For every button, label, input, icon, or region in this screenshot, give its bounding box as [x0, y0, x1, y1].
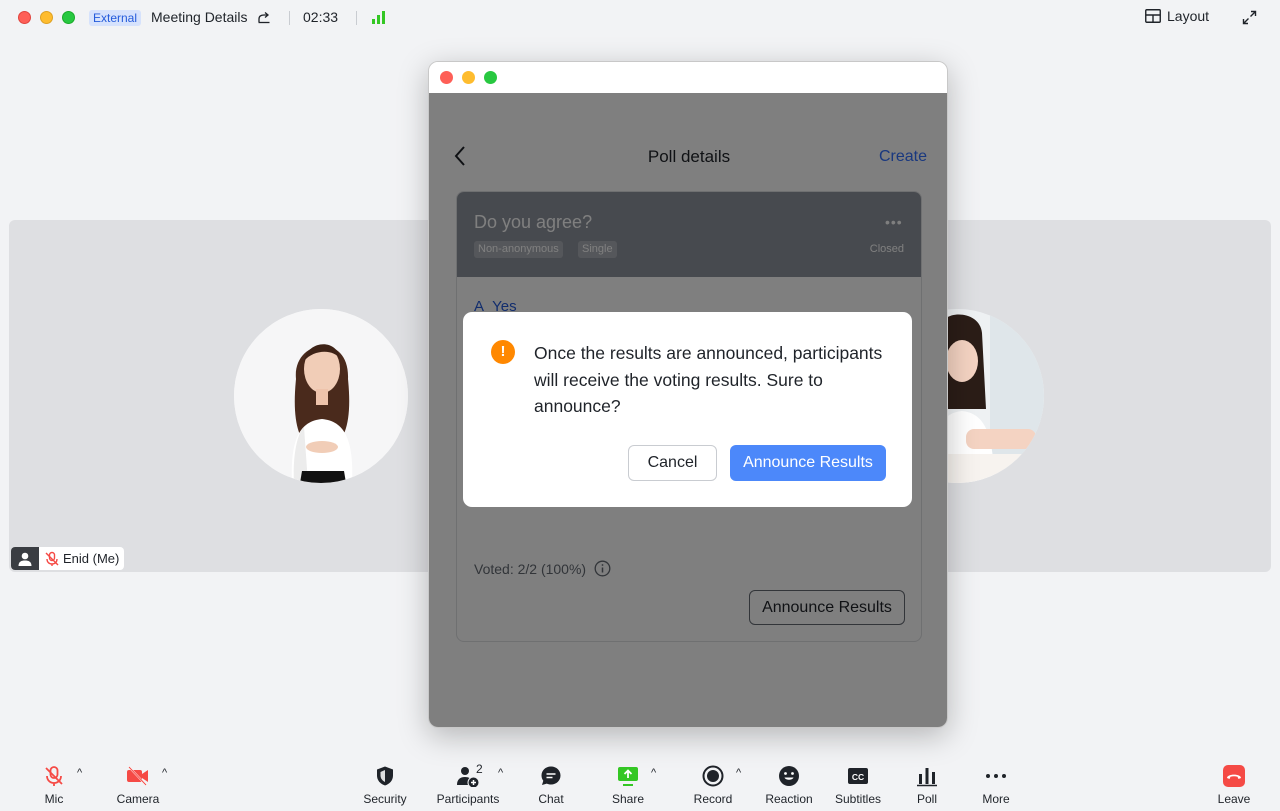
- person-icon: [18, 552, 32, 566]
- announce-confirm-dialog: ! Once the results are announced, partic…: [463, 312, 912, 507]
- bar-chart-icon: [917, 768, 937, 787]
- reaction-label: Reaction: [765, 792, 813, 806]
- fullscreen-icon[interactable]: [1242, 10, 1257, 25]
- signal-strength-icon[interactable]: [371, 11, 387, 24]
- zoom-window-button[interactable]: [484, 71, 497, 84]
- divider: [356, 11, 357, 25]
- warning-icon: !: [491, 340, 515, 364]
- smiley-icon: [779, 766, 799, 786]
- leave-label: Leave: [1217, 792, 1251, 806]
- record-options-chevron-icon[interactable]: ^: [736, 767, 741, 779]
- record-icon: [702, 765, 724, 787]
- hang-up-icon: [1223, 765, 1245, 787]
- poll-window-titlebar: [429, 62, 947, 93]
- chat-label: Chat: [538, 792, 564, 806]
- poll-button[interactable]: Poll: [892, 765, 962, 806]
- svg-text:CC: CC: [852, 772, 864, 782]
- window-titlebar: External Meeting Details 02:33 Layout: [0, 0, 1280, 36]
- reaction-button[interactable]: Reaction: [754, 765, 824, 806]
- close-window-button[interactable]: [18, 11, 31, 24]
- minimize-window-button[interactable]: [462, 71, 475, 84]
- mic-label: Mic: [44, 792, 64, 806]
- camera-off-icon: [127, 766, 148, 786]
- meeting-timer: 02:33: [303, 9, 339, 25]
- participant-avatar-enid[interactable]: [234, 309, 408, 483]
- confirm-announce-button[interactable]: Announce Results: [730, 445, 886, 481]
- security-label: Security: [363, 792, 407, 806]
- external-badge: External: [89, 10, 142, 26]
- layout-label: Layout: [1167, 8, 1210, 24]
- dialog-message: Once the results are announced, particip…: [534, 343, 883, 416]
- poll-label: Poll: [916, 792, 937, 806]
- participants-options-chevron-icon[interactable]: ^: [498, 767, 503, 779]
- more-label: More: [982, 792, 1010, 806]
- share-label: Share: [611, 792, 645, 806]
- share-options-chevron-icon[interactable]: ^: [651, 767, 656, 779]
- camera-options-chevron-icon[interactable]: ^: [162, 767, 167, 779]
- subtitles-button[interactable]: CC Subtitles: [823, 765, 893, 806]
- record-label: Record: [693, 792, 733, 806]
- chat-bubble-icon: [541, 766, 561, 785]
- mic-muted-icon: [45, 766, 63, 786]
- closed-captions-icon: CC: [848, 768, 868, 784]
- share-link-icon[interactable]: [257, 10, 271, 24]
- self-name-tag: Enid (Me): [11, 547, 125, 570]
- close-window-button[interactable]: [440, 71, 453, 84]
- minimize-window-button[interactable]: [40, 11, 53, 24]
- security-button[interactable]: Security: [350, 765, 420, 806]
- share-screen-icon: [618, 767, 638, 786]
- leave-button[interactable]: Leave: [1199, 765, 1269, 806]
- more-dots-icon: [986, 774, 1006, 778]
- chat-button[interactable]: Chat: [516, 765, 586, 806]
- participants-label: Participants: [436, 792, 500, 806]
- shield-icon: [377, 766, 393, 786]
- camera-label: Camera: [116, 792, 160, 806]
- participants-count-badge: 2: [476, 762, 483, 776]
- woman-portrait-illustration: [234, 309, 408, 483]
- layout-grid-icon: [1145, 9, 1161, 23]
- meeting-details-link[interactable]: Meeting Details: [151, 9, 248, 25]
- mic-muted-icon: [45, 551, 59, 566]
- mic-options-chevron-icon[interactable]: ^: [77, 767, 82, 779]
- subtitles-label: Subtitles: [834, 792, 882, 806]
- participants-button[interactable]: Participants: [433, 765, 503, 806]
- layout-button[interactable]: Layout: [1145, 8, 1209, 24]
- more-button[interactable]: More: [961, 765, 1031, 806]
- participant-type-icon: [11, 547, 39, 570]
- cancel-button[interactable]: Cancel: [628, 445, 717, 481]
- meeting-toolbar: Mic ^ Camera ^ Security Participants ^ C…: [0, 755, 1280, 811]
- zoom-window-button[interactable]: [62, 11, 75, 24]
- divider: [289, 11, 290, 25]
- self-name-label: Enid (Me): [63, 551, 120, 566]
